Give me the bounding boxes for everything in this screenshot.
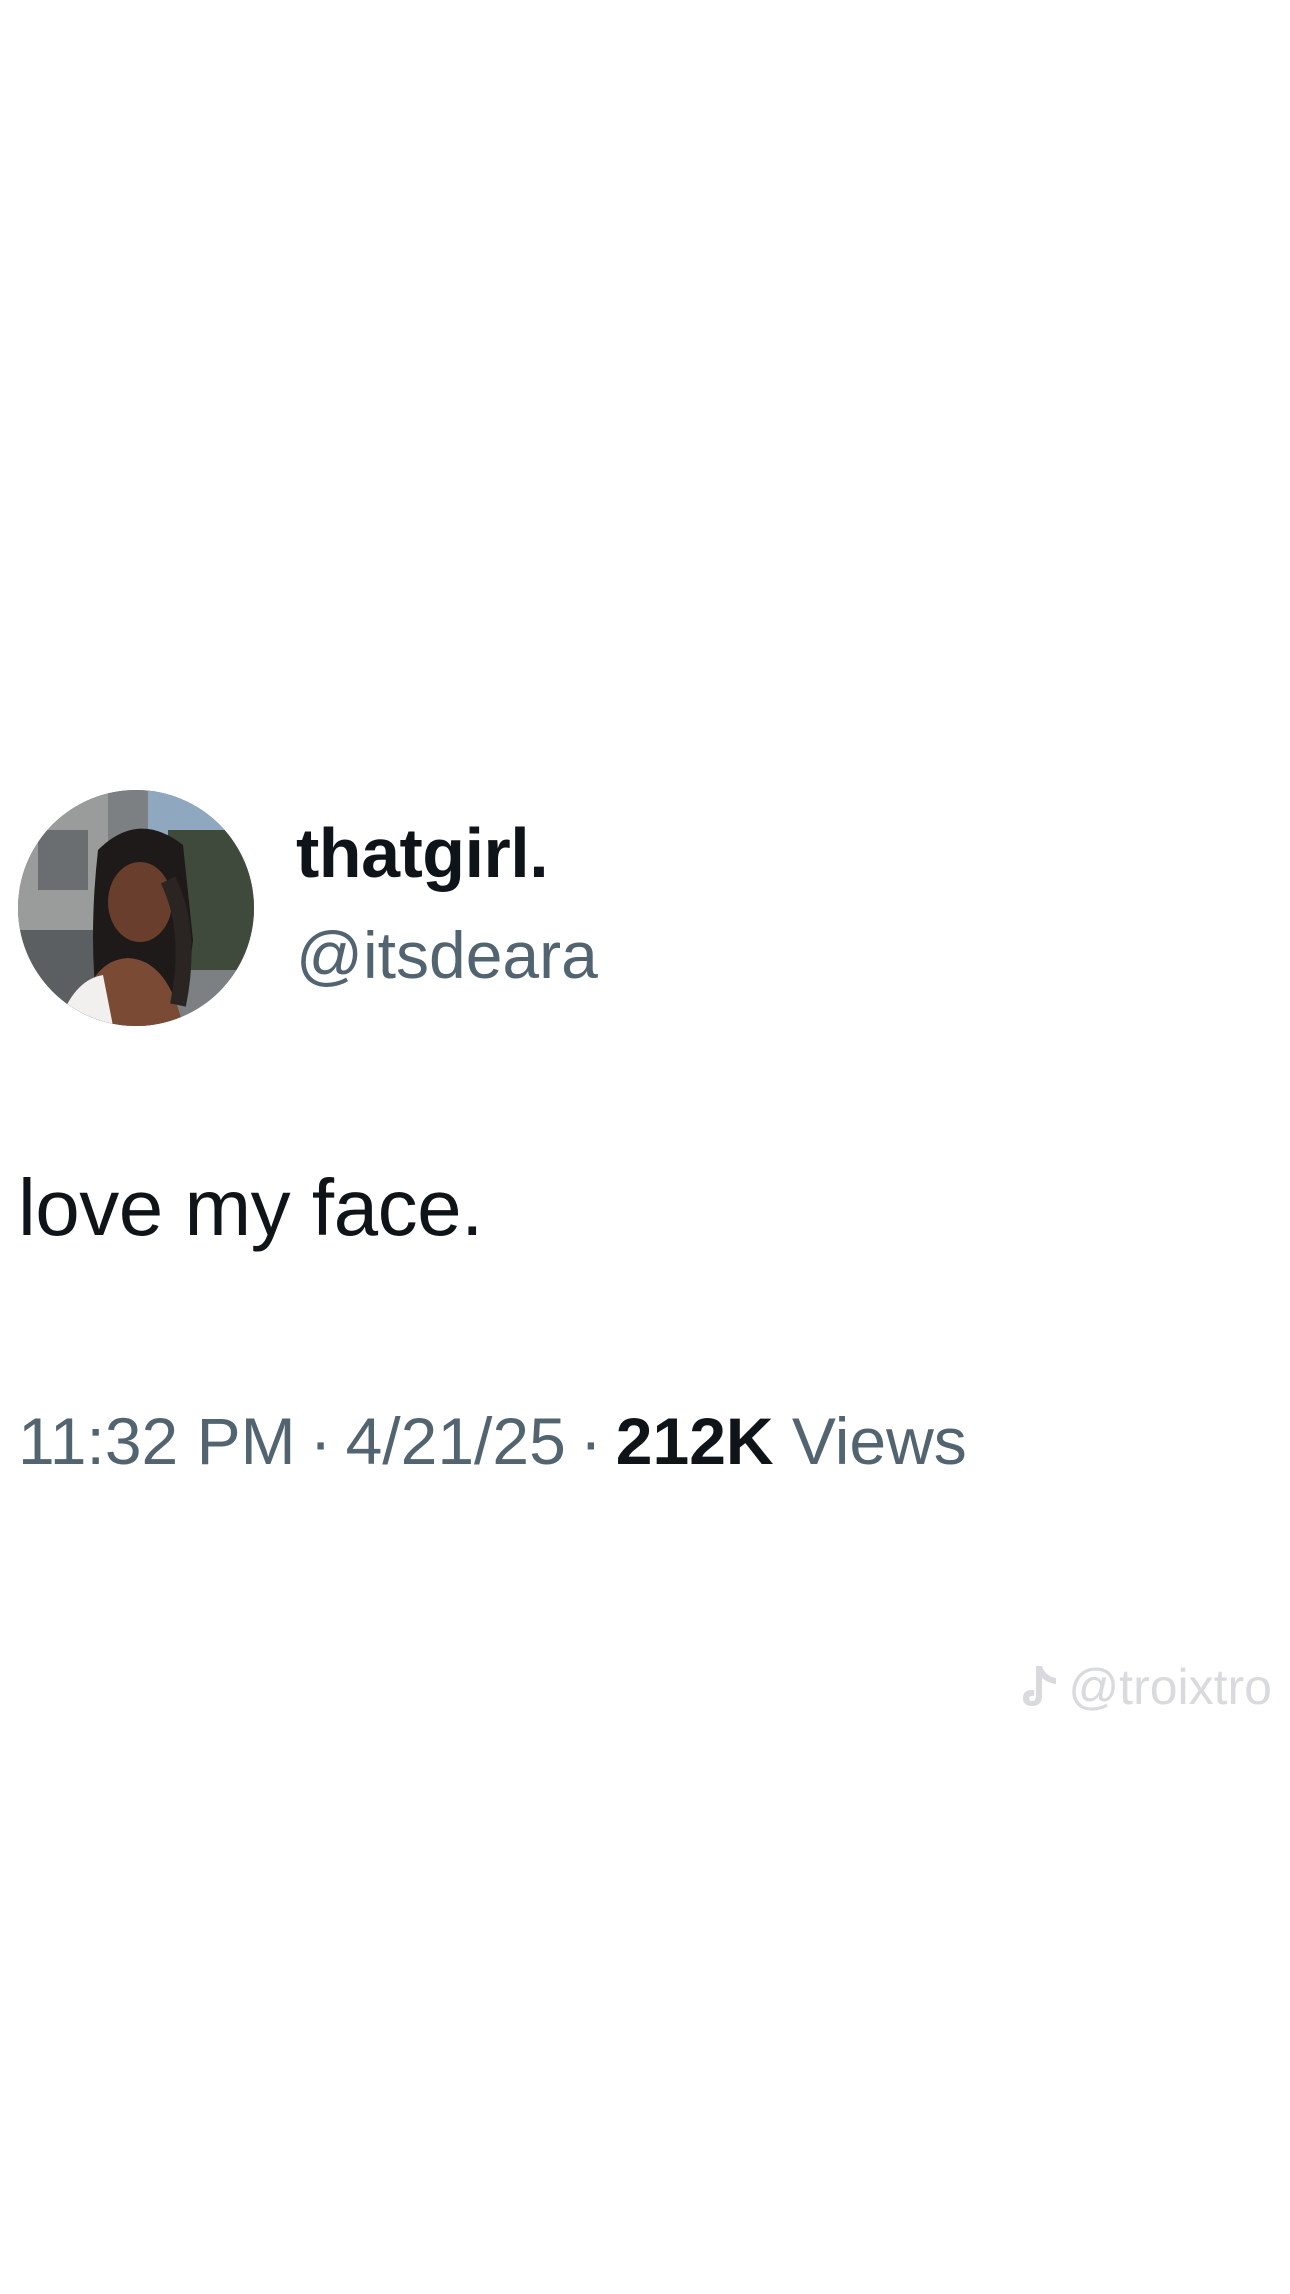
tweet-meta: 11:32 PM · 4/21/25 · 212K Views [18,1408,967,1474]
separator-dot: · [579,1404,602,1478]
display-name[interactable]: thatgirl. [296,818,549,888]
tweet-card: thatgirl. @itsdeara love my face. 11:32 … [0,0,1290,2294]
views-count: 212K [615,1404,774,1478]
tweet-date[interactable]: 4/21/25 [346,1404,566,1478]
tweet-time[interactable]: 11:32 PM [18,1404,296,1478]
tweet-text: love my face. [18,1163,483,1252]
avatar-photo [18,790,254,1026]
avatar[interactable] [18,790,254,1026]
separator-dot: · [309,1404,332,1478]
watermark: @troixtro [1018,1662,1272,1720]
tiktok-icon [1018,1662,1062,1720]
views-label: Views [791,1404,967,1478]
watermark-text: @troixtro [1068,1659,1272,1716]
user-handle[interactable]: @itsdeara [296,922,598,988]
